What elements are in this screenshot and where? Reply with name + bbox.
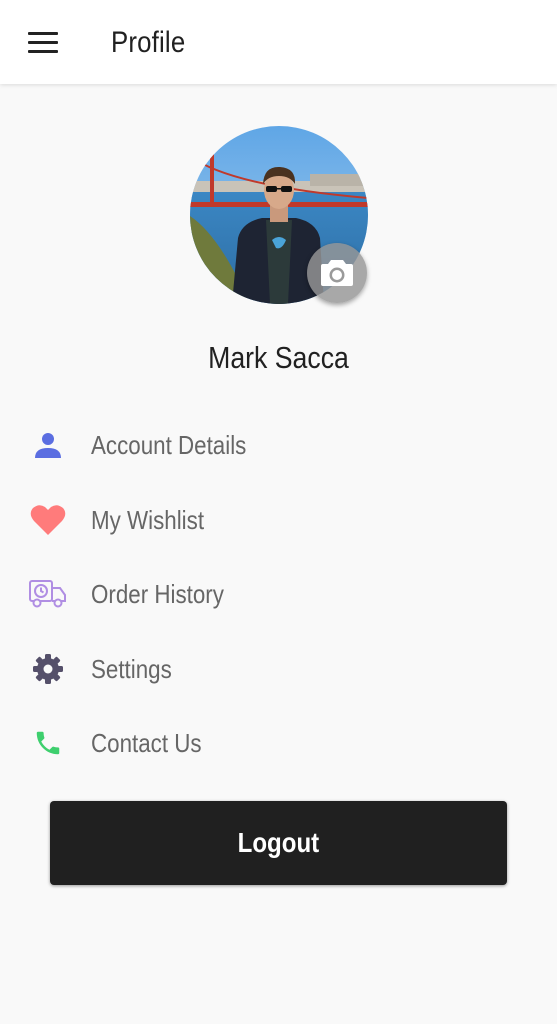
menu-item-account-details[interactable]: Account Details (0, 408, 557, 483)
logout-label: Logout (237, 827, 320, 858)
delivery-truck-icon (28, 574, 68, 614)
menu-item-contact-us[interactable]: Contact Us (0, 706, 557, 781)
phone-icon (28, 723, 68, 763)
page-title: Profile (111, 26, 186, 59)
hamburger-menu-icon[interactable] (22, 22, 64, 62)
menu-item-my-wishlist[interactable]: My Wishlist (0, 483, 557, 558)
gear-icon (28, 649, 68, 689)
profile-menu: Account Details My Wishlist Order Histor… (0, 408, 557, 781)
menu-item-settings[interactable]: Settings (0, 632, 557, 707)
app-bar: Profile (0, 0, 557, 84)
menu-item-order-history[interactable]: Order History (0, 557, 557, 632)
person-icon (28, 425, 68, 465)
menu-item-label: Order History (91, 579, 224, 610)
menu-item-label: Account Details (91, 430, 247, 461)
user-name: Mark Sacca (208, 340, 349, 375)
menu-item-label: Settings (91, 653, 172, 684)
menu-item-label: Contact Us (91, 728, 202, 759)
logout-button[interactable]: Logout (50, 801, 507, 885)
heart-icon (28, 500, 68, 540)
change-photo-button[interactable] (307, 243, 367, 303)
camera-icon (321, 260, 353, 286)
menu-item-label: My Wishlist (91, 504, 205, 535)
